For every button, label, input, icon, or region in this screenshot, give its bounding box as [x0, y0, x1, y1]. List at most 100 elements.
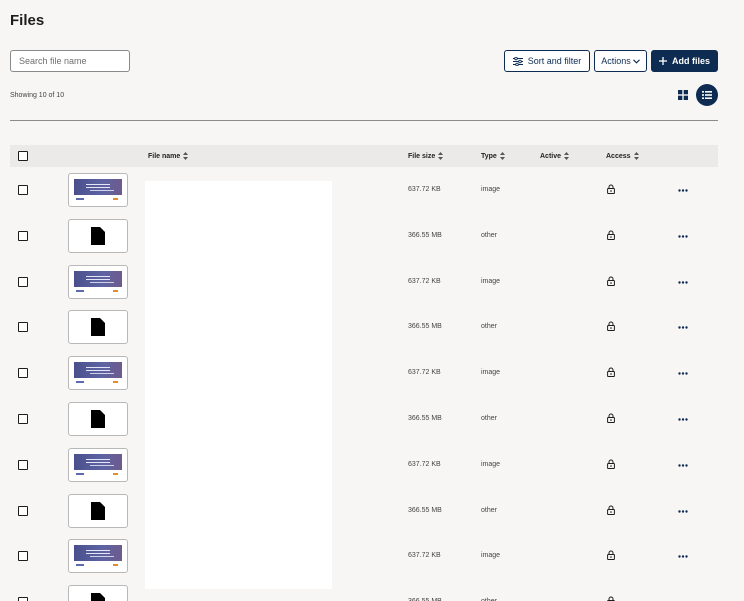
file-type: image	[481, 186, 501, 193]
row-checkbox[interactable]	[18, 597, 28, 601]
column-file-size-label: File size	[408, 152, 436, 160]
sort-arrows-icon	[564, 152, 570, 160]
row-checkbox[interactable]	[18, 230, 28, 241]
row-checkbox[interactable]	[18, 185, 28, 195]
actions-button[interactable]: Actions	[594, 50, 647, 72]
file-thumbnail[interactable]	[68, 310, 128, 345]
file-type: other	[481, 231, 497, 239]
image-preview	[72, 177, 124, 203]
more-options-icon[interactable]	[678, 460, 688, 467]
file-list: 637.72 KB image 366.55 MB other 637.72 KB ima…	[0, 167, 744, 601]
column-file-name[interactable]: File name	[148, 145, 189, 167]
table-row[interactable]: 637.72 KB image	[0, 442, 744, 488]
row-checkbox[interactable]	[18, 276, 28, 287]
table-row[interactable]: 366.55 MB other	[0, 304, 744, 350]
column-type-label: Type	[481, 152, 497, 160]
file-size: 366.55 MB	[408, 323, 442, 331]
lock-icon[interactable]	[607, 505, 615, 517]
lock-icon[interactable]	[607, 459, 615, 471]
column-access[interactable]: Access	[606, 145, 639, 167]
file-size: 637.72 KB	[408, 186, 441, 193]
file-name-column-blank	[145, 181, 332, 589]
table-row[interactable]: 366.55 MB other	[0, 488, 744, 534]
table-row[interactable]: 637.72 KB image	[0, 533, 744, 579]
lock-icon[interactable]	[607, 367, 615, 379]
chevron-down-icon	[632, 58, 640, 64]
lock-icon[interactable]	[607, 230, 615, 242]
image-preview	[72, 543, 124, 570]
result-count: Showing 10 of 10	[10, 92, 65, 99]
lock-icon[interactable]	[607, 413, 615, 425]
file-thumbnail[interactable]	[68, 493, 128, 528]
file-type: image	[481, 552, 501, 560]
file-thumbnail[interactable]	[68, 173, 128, 207]
column-active-label: Active	[540, 152, 562, 160]
lock-icon[interactable]	[607, 550, 615, 562]
sliders-icon	[512, 56, 523, 66]
grid-view-toggle[interactable]	[676, 88, 690, 102]
file-type: image	[481, 369, 501, 377]
more-options-icon[interactable]	[678, 551, 688, 559]
actions-label: Actions	[601, 56, 631, 66]
file-thumbnail[interactable]	[68, 539, 128, 574]
table-row[interactable]: 366.55 MB other	[0, 213, 744, 259]
document-icon	[91, 226, 105, 245]
more-options-icon[interactable]	[678, 597, 688, 601]
more-options-icon[interactable]	[678, 414, 688, 421]
table-header: File name File size Type Active Access	[10, 145, 718, 167]
table-row[interactable]: 366.55 MBother	[0, 396, 744, 442]
row-checkbox[interactable]	[18, 505, 28, 516]
more-options-icon[interactable]	[678, 231, 688, 238]
sort-and-filter-label: Sort and filter	[527, 56, 582, 66]
table-row[interactable]: 637.72 KB image	[0, 167, 744, 213]
sort-and-filter-button[interactable]: Sort and filter	[504, 50, 590, 72]
file-thumbnail[interactable]	[68, 356, 128, 391]
lock-icon[interactable]	[607, 184, 615, 196]
row-checkbox[interactable]	[18, 368, 28, 379]
file-size: 366.55 MB	[408, 231, 442, 239]
column-type[interactable]: Type	[481, 145, 505, 167]
table-row[interactable]: 366.55 MBother	[0, 579, 744, 601]
file-type: other	[481, 506, 497, 514]
table-row[interactable]: 637.72 KB image	[0, 350, 744, 396]
file-type: image	[481, 460, 501, 468]
file-thumbnail[interactable]	[68, 264, 128, 299]
document-icon	[91, 409, 105, 428]
file-size: 366.55 MB	[408, 414, 442, 422]
search-input[interactable]	[10, 50, 130, 72]
file-size: 637.72 KB	[408, 369, 441, 377]
file-thumbnail[interactable]	[68, 401, 128, 436]
more-options-icon[interactable]	[678, 185, 688, 192]
select-all-checkbox[interactable]	[18, 151, 28, 161]
lock-icon[interactable]	[607, 596, 615, 601]
file-thumbnail[interactable]	[68, 447, 128, 482]
document-icon	[91, 501, 105, 520]
file-size: 637.72 KB	[408, 460, 441, 468]
column-file-size[interactable]: File size	[408, 145, 444, 167]
file-thumbnail[interactable]	[68, 218, 128, 253]
column-active[interactable]: Active	[540, 145, 570, 167]
page-title: Files	[10, 12, 45, 29]
lock-icon[interactable]	[607, 321, 615, 333]
file-thumbnail[interactable]	[68, 585, 128, 601]
row-checkbox[interactable]	[18, 459, 28, 470]
column-file-name-label: File name	[148, 152, 181, 160]
row-checkbox[interactable]	[18, 551, 28, 562]
file-size: 637.72 KB	[408, 277, 441, 285]
file-size: 366.55 MB	[408, 506, 442, 514]
file-type: other	[481, 323, 497, 331]
column-access-label: Access	[606, 152, 631, 160]
row-checkbox[interactable]	[18, 322, 28, 333]
more-options-icon[interactable]	[678, 506, 688, 513]
lock-icon[interactable]	[607, 276, 615, 288]
more-options-icon[interactable]	[678, 322, 688, 330]
image-preview	[72, 360, 124, 387]
more-options-icon[interactable]	[678, 277, 688, 284]
add-files-label: Add files	[671, 56, 710, 66]
list-view-toggle[interactable]	[696, 84, 718, 106]
grid-view-icon	[678, 90, 688, 100]
row-checkbox[interactable]	[18, 413, 28, 424]
table-row[interactable]: 637.72 KB image	[0, 259, 744, 305]
more-options-icon[interactable]	[678, 368, 688, 375]
add-files-button[interactable]: Add files	[651, 50, 718, 72]
